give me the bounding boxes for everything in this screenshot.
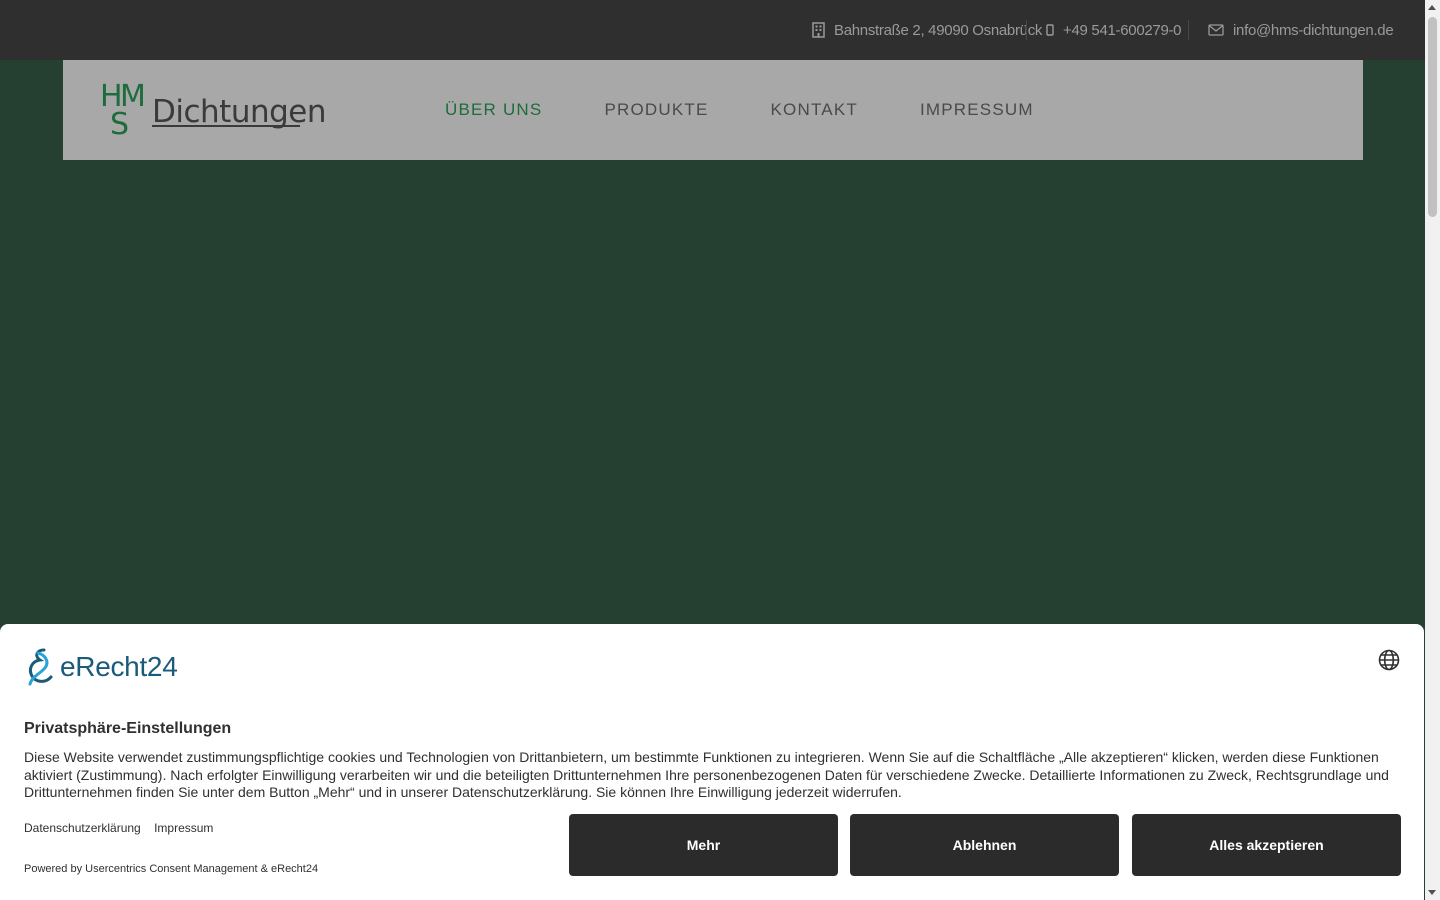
address-info: Bahnstraße 2, 49090 Osnabrück (812, 0, 1042, 60)
top-info-bar: Bahnstraße 2, 49090 Osnabrück +49 541-60… (0, 0, 1425, 60)
erecht24-logo-icon (28, 648, 53, 686)
nav-item-ueber-uns[interactable]: ÜBER UNS (445, 100, 542, 120)
consent-description: Diese Website verwendet zustimmungspflic… (24, 749, 1389, 801)
brand-name: eRecht24 (60, 651, 178, 682)
nav-item-kontakt[interactable]: KONTAKT (771, 100, 858, 120)
mail-icon (1208, 24, 1224, 36)
decline-button[interactable]: Ablehnen (850, 814, 1119, 876)
logo-underline (152, 125, 300, 127)
email-text[interactable]: info@hms-dichtungen.de (1233, 22, 1394, 39)
globe-icon[interactable] (1378, 649, 1400, 671)
page-scrollbar[interactable] (1425, 0, 1440, 900)
phone-text[interactable]: +49 541-600279-0 (1063, 22, 1182, 39)
address-text: Bahnstraße 2, 49090 Osnabrück (834, 21, 1043, 39)
topbar-divider (1026, 20, 1027, 40)
nav-item-impressum[interactable]: IMPRESSUM (920, 100, 1034, 120)
cookie-consent-banner: eRecht24 Privatsphäre-Einstellungen Dies… (0, 624, 1424, 900)
scroll-up-icon[interactable] (1428, 5, 1436, 10)
site-logo[interactable]: H M S Dichtungen (100, 82, 327, 142)
nav-item-produkte[interactable]: PRODUKTE (604, 100, 708, 120)
consent-links: Datenschutzerklärung Impressum (24, 821, 223, 835)
privacy-policy-link[interactable]: Datenschutzerklärung (24, 821, 141, 835)
phone-info[interactable]: +49 541-600279-0 (1046, 0, 1182, 60)
main-navigation: ÜBER UNS PRODUKTE KONTAKT IMPRESSUM (445, 60, 1096, 160)
imprint-link[interactable]: Impressum (154, 821, 213, 835)
scroll-down-icon[interactable] (1428, 890, 1436, 895)
powered-by-text: Powered by Usercentrics Consent Manageme… (24, 863, 319, 875)
consent-title: Privatsphäre-Einstellungen (24, 720, 232, 737)
erecht24-brand: eRecht24 (24, 646, 178, 688)
phone-icon (1046, 24, 1054, 36)
topbar-divider (1188, 20, 1189, 40)
scrollbar-thumb[interactable] (1428, 17, 1437, 217)
building-icon (812, 22, 825, 38)
email-info[interactable]: info@hms-dichtungen.de (1208, 0, 1394, 60)
logo-letter-s: S (110, 107, 130, 142)
accept-all-button[interactable]: Alles akzeptieren (1132, 814, 1401, 876)
more-button[interactable]: Mehr (569, 814, 838, 876)
site-header: H M S Dichtungen ÜBER UNS PRODUKTE KONTA… (63, 60, 1363, 160)
